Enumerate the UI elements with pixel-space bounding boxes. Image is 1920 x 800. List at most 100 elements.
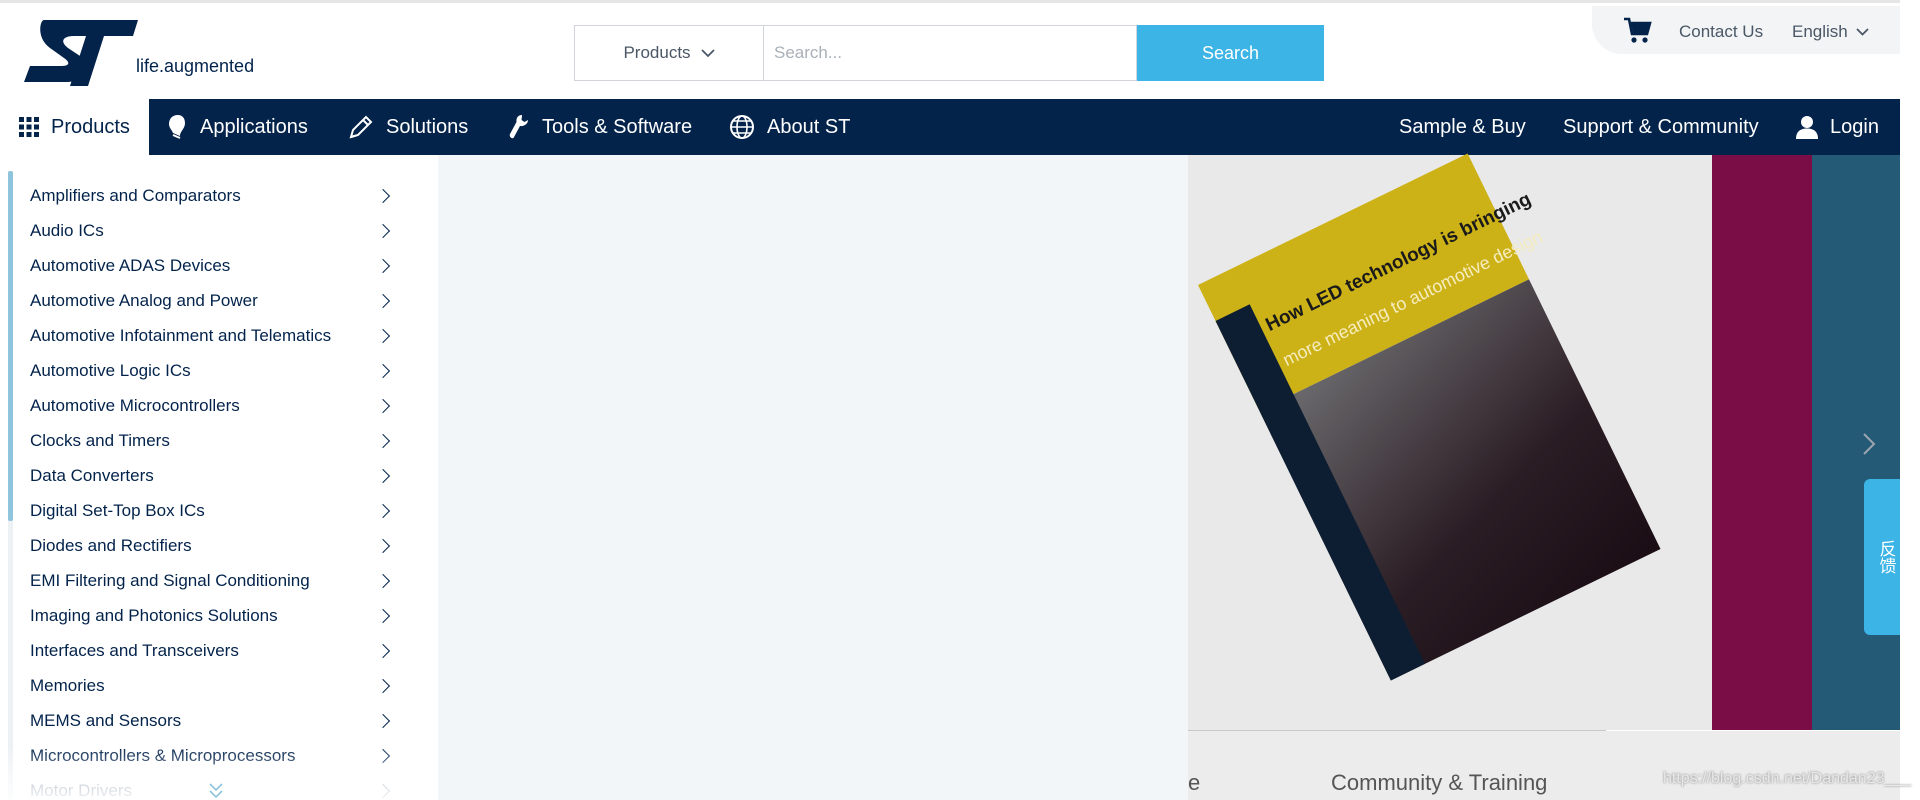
menu-item-label: Audio ICs [30, 220, 104, 240]
menu-item-label: Automotive Infotainment and Telematics [30, 325, 332, 345]
lightbulb-icon [169, 115, 185, 139]
watermark: https://blog.csdn.net/Dandan23___ [1663, 770, 1912, 787]
carousel-next-icon[interactable] [1862, 432, 1876, 461]
wrench-icon [509, 115, 528, 139]
nav-sample-buy[interactable]: Sample & Buy [1399, 99, 1526, 155]
chevron-right-icon [375, 678, 391, 693]
nav-login[interactable]: Login [1796, 99, 1879, 155]
cart-icon[interactable] [1622, 15, 1652, 50]
menu-item-label: Automotive ADAS Devices [30, 255, 231, 275]
chevron-down-icon [1856, 28, 1869, 36]
menu-item-label: Digital Set-Top Box ICs [30, 500, 205, 520]
search-input[interactable] [763, 25, 1137, 81]
menu-item-label: Motor Drivers [30, 780, 133, 800]
product-category-list: Amplifiers and Comparators Audio ICs Autom… [30, 178, 400, 800]
chevron-right-icon [375, 363, 391, 378]
menu-item[interactable]: Audio ICs [30, 213, 400, 248]
menu-item[interactable]: Data Converters [30, 458, 400, 493]
chevron-right-icon [375, 643, 391, 658]
nav-solutions[interactable]: Solutions [348, 99, 468, 155]
chevron-right-icon [375, 503, 391, 518]
search-category-select[interactable]: Products [574, 25, 763, 81]
chevron-right-icon [375, 573, 391, 588]
main-nav: Products Applications Solutions Tools & … [0, 99, 1900, 155]
language-select[interactable]: English [1792, 22, 1869, 42]
pencil-icon [349, 115, 373, 139]
nav-login-label: Login [1830, 115, 1879, 138]
nav-products-label: Products [51, 115, 130, 138]
menu-item-label: Automotive Analog and Power [30, 290, 258, 310]
chevron-right-icon [375, 223, 391, 238]
menu-item-label: Diodes and Rectifiers [30, 535, 192, 555]
nav-tools-software[interactable]: Tools & Software [508, 99, 692, 155]
menu-item[interactable]: Automotive Microcontrollers [30, 388, 400, 423]
site-header: life.augmented Products Search Contact U… [0, 3, 1900, 99]
menu-item-label: EMI Filtering and Signal Conditioning [30, 570, 310, 590]
nav-support-community[interactable]: Support & Community [1563, 99, 1759, 155]
menu-item[interactable]: Automotive Logic ICs [30, 353, 400, 388]
nav-sample-label: Sample & Buy [1399, 115, 1526, 138]
products-dropdown: Amplifiers and Comparators Audio ICs Autom… [0, 155, 438, 800]
menu-item[interactable]: MEMS and Sensors [30, 703, 400, 738]
section-tab-community-training[interactable]: Community & Training [1331, 770, 1547, 796]
menu-item-label: Clocks and Timers [30, 430, 170, 450]
menu-item[interactable]: Interfaces and Transceivers [30, 633, 400, 668]
menu-item-label: Microcontrollers & Microprocessors [30, 745, 296, 765]
language-label: English [1792, 22, 1848, 41]
menu-item[interactable]: Automotive Analog and Power [30, 283, 400, 318]
hero-magenta-panel [1712, 155, 1812, 730]
menu-item[interactable]: Digital Set-Top Box ICs [30, 493, 400, 528]
products-detail-panel [438, 155, 1188, 800]
page-scrollbar[interactable] [1900, 0, 1920, 800]
chevron-right-icon [375, 608, 391, 623]
nav-applications-label: Applications [200, 115, 308, 138]
globe-icon [730, 115, 754, 139]
search-bar: Products Search [574, 25, 1324, 81]
chevron-right-icon [375, 293, 391, 308]
menu-item-label: MEMS and Sensors [30, 710, 182, 730]
menu-item[interactable]: Clocks and Timers [30, 423, 400, 458]
nav-applications[interactable]: Applications [168, 99, 308, 155]
chevron-down-icon [700, 48, 715, 57]
menu-item[interactable]: Automotive ADAS Devices [30, 248, 400, 283]
menu-item-label: Automotive Logic ICs [30, 360, 191, 380]
menu-item[interactable]: Diodes and Rectifiers [30, 528, 400, 563]
chevron-right-icon [375, 538, 391, 553]
grid-icon [19, 117, 39, 137]
user-icon [1796, 116, 1818, 139]
logo-tagline: life.augmented [136, 56, 255, 76]
chevron-right-icon [375, 748, 391, 763]
search-category-label: Products [623, 43, 691, 62]
menu-item[interactable]: Memories [30, 668, 400, 703]
chevron-right-icon [375, 433, 391, 448]
chevron-right-icon [375, 468, 391, 483]
chevron-right-icon [375, 713, 391, 728]
st-logo[interactable]: life.augmented [22, 20, 267, 86]
search-button[interactable]: Search [1137, 25, 1324, 81]
nav-about-label: About ST [767, 115, 851, 138]
nav-support-label: Support & Community [1563, 115, 1759, 138]
menu-item[interactable]: Imaging and Photonics Solutions [30, 598, 400, 633]
nav-products[interactable]: Products [0, 99, 149, 155]
feedback-label: 反馈 [1875, 540, 1896, 574]
chevron-right-icon [375, 258, 391, 273]
chevron-right-icon [375, 328, 391, 343]
menu-item-label: Automotive Microcontrollers [30, 395, 240, 415]
menu-item-label: Imaging and Photonics Solutions [30, 605, 278, 625]
menu-scroll-thumb[interactable] [8, 171, 13, 521]
menu-item[interactable]: EMI Filtering and Signal Conditioning [30, 563, 400, 598]
menu-item[interactable]: Amplifiers and Comparators [30, 178, 400, 213]
utility-bar: Contact Us English [1592, 6, 1900, 54]
chevron-right-icon [375, 188, 391, 203]
nav-about-st[interactable]: About ST [729, 99, 850, 155]
scroll-down-icon[interactable] [208, 781, 224, 800]
nav-tools-label: Tools & Software [542, 115, 693, 138]
section-tab-fragment[interactable]: e [1188, 770, 1200, 796]
menu-item[interactable]: Automotive Infotainment and Telematics [30, 318, 400, 353]
menu-item-label: Data Converters [30, 465, 154, 485]
hero-teal-panel [1812, 155, 1900, 730]
contact-us-link[interactable]: Contact Us [1679, 22, 1763, 42]
nav-solutions-label: Solutions [386, 115, 469, 138]
menu-item[interactable]: Microcontrollers & Microprocessors [30, 738, 400, 773]
chevron-right-icon [375, 398, 391, 413]
